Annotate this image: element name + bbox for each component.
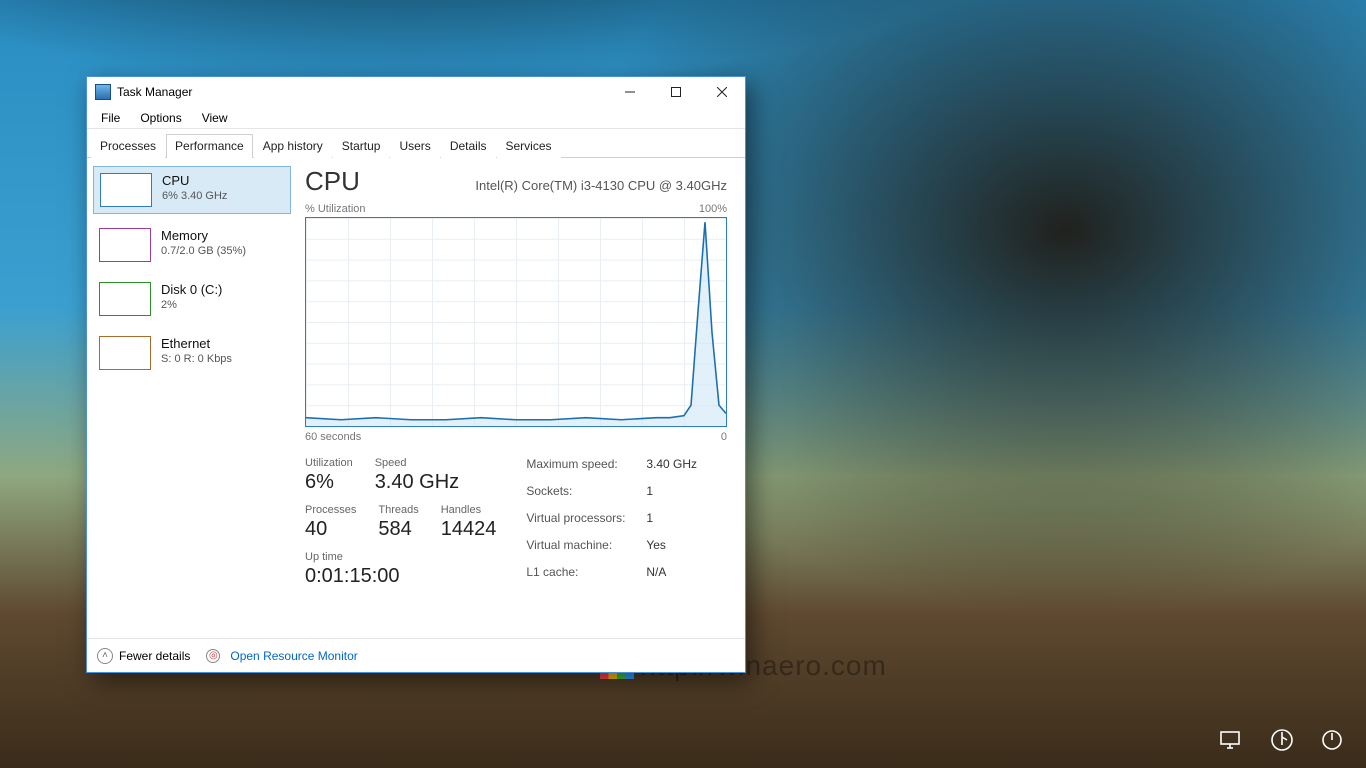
stat-threads: 584 (378, 518, 418, 541)
footer: ˄ Fewer details ◎ Open Resource Monitor (87, 638, 745, 672)
stat-label: Handles (441, 504, 497, 516)
sidebar-item-label: Memory (161, 228, 246, 243)
sidebar-item-disk[interactable]: Disk 0 (C:) 2% (93, 276, 291, 322)
stat-label: Processes (305, 504, 356, 516)
cpu-heading: CPU (305, 166, 360, 197)
power-icon[interactable] (1318, 726, 1346, 754)
cpu-utilization-chart (305, 217, 727, 427)
sidebar-item-cpu[interactable]: CPU 6% 3.40 GHz (93, 166, 291, 214)
sidebar-item-label: CPU (162, 173, 227, 188)
sidebar-item-sub: 2% (161, 299, 222, 311)
sidebar: CPU 6% 3.40 GHz Memory 0.7/2.0 GB (35%) … (87, 158, 297, 638)
tabbar: Processes Performance App history Startu… (87, 129, 745, 158)
axis-label: 0 (721, 431, 727, 443)
titlebar[interactable]: Task Manager (87, 77, 745, 107)
sidebar-item-label: Disk 0 (C:) (161, 282, 222, 297)
cpu-model: Intel(R) Core(TM) i3-4130 CPU @ 3.40GHz (475, 178, 727, 193)
info-sockets: 1 (646, 484, 697, 507)
task-manager-window: Task Manager File Options View Processes… (86, 76, 746, 673)
axis-label: 100% (699, 203, 727, 215)
stat-utilization: 6% (305, 471, 353, 494)
axis-label: 60 seconds (305, 431, 361, 443)
tab-processes[interactable]: Processes (91, 134, 165, 158)
window-title: Task Manager (117, 85, 192, 99)
info-l1: N/A (646, 565, 697, 588)
menu-file[interactable]: File (93, 109, 128, 127)
menu-options[interactable]: Options (132, 109, 189, 127)
main-panel: CPU Intel(R) Core(TM) i3-4130 CPU @ 3.40… (297, 158, 745, 638)
info-vm: Yes (646, 538, 697, 561)
sidebar-item-label: Ethernet (161, 336, 232, 351)
stat-label: Speed (375, 457, 459, 469)
sidebar-item-memory[interactable]: Memory 0.7/2.0 GB (35%) (93, 222, 291, 268)
close-button[interactable] (699, 77, 745, 107)
sidebar-item-sub: 0.7/2.0 GB (35%) (161, 245, 246, 257)
minimize-button[interactable] (607, 77, 653, 107)
app-icon (95, 84, 111, 100)
menubar: File Options View (87, 107, 745, 129)
stat-handles: 14424 (441, 518, 497, 541)
disk-thumb-icon (99, 282, 151, 316)
tab-details[interactable]: Details (441, 134, 496, 158)
sidebar-item-sub: 6% 3.40 GHz (162, 190, 227, 202)
stat-label: Up time (305, 551, 496, 563)
tab-startup[interactable]: Startup (333, 134, 390, 158)
chevron-up-icon: ˄ (97, 648, 113, 664)
tab-performance[interactable]: Performance (166, 134, 253, 158)
cpu-info-table: Maximum speed:3.40 GHz Sockets:1 Virtual… (526, 457, 697, 588)
open-resource-monitor-link[interactable]: ◎ Open Resource Monitor (206, 649, 357, 663)
sidebar-item-ethernet[interactable]: Ethernet S: 0 R: 0 Kbps (93, 330, 291, 376)
stat-label: Utilization (305, 457, 353, 469)
ethernet-thumb-icon (99, 336, 151, 370)
ease-of-access-icon[interactable] (1268, 726, 1296, 754)
tab-app-history[interactable]: App history (254, 134, 332, 158)
memory-thumb-icon (99, 228, 151, 262)
network-icon[interactable] (1218, 726, 1246, 754)
system-tray (1218, 726, 1346, 754)
desktop: http://winaero.com http://winaero.com Ta… (0, 0, 1366, 768)
fewer-details-button[interactable]: ˄ Fewer details (97, 648, 190, 664)
stat-uptime: 0:01:15:00 (305, 565, 496, 588)
menu-view[interactable]: View (194, 109, 236, 127)
info-max-speed: 3.40 GHz (646, 457, 697, 480)
stat-speed: 3.40 GHz (375, 471, 459, 494)
info-vproc: 1 (646, 511, 697, 534)
axis-label: % Utilization (305, 203, 366, 215)
maximize-button[interactable] (653, 77, 699, 107)
tab-users[interactable]: Users (390, 134, 439, 158)
resource-monitor-icon: ◎ (206, 649, 220, 663)
tab-services[interactable]: Services (497, 134, 561, 158)
cpu-thumb-icon (100, 173, 152, 207)
stat-processes: 40 (305, 518, 356, 541)
sidebar-item-sub: S: 0 R: 0 Kbps (161, 353, 232, 365)
stat-label: Threads (378, 504, 418, 516)
